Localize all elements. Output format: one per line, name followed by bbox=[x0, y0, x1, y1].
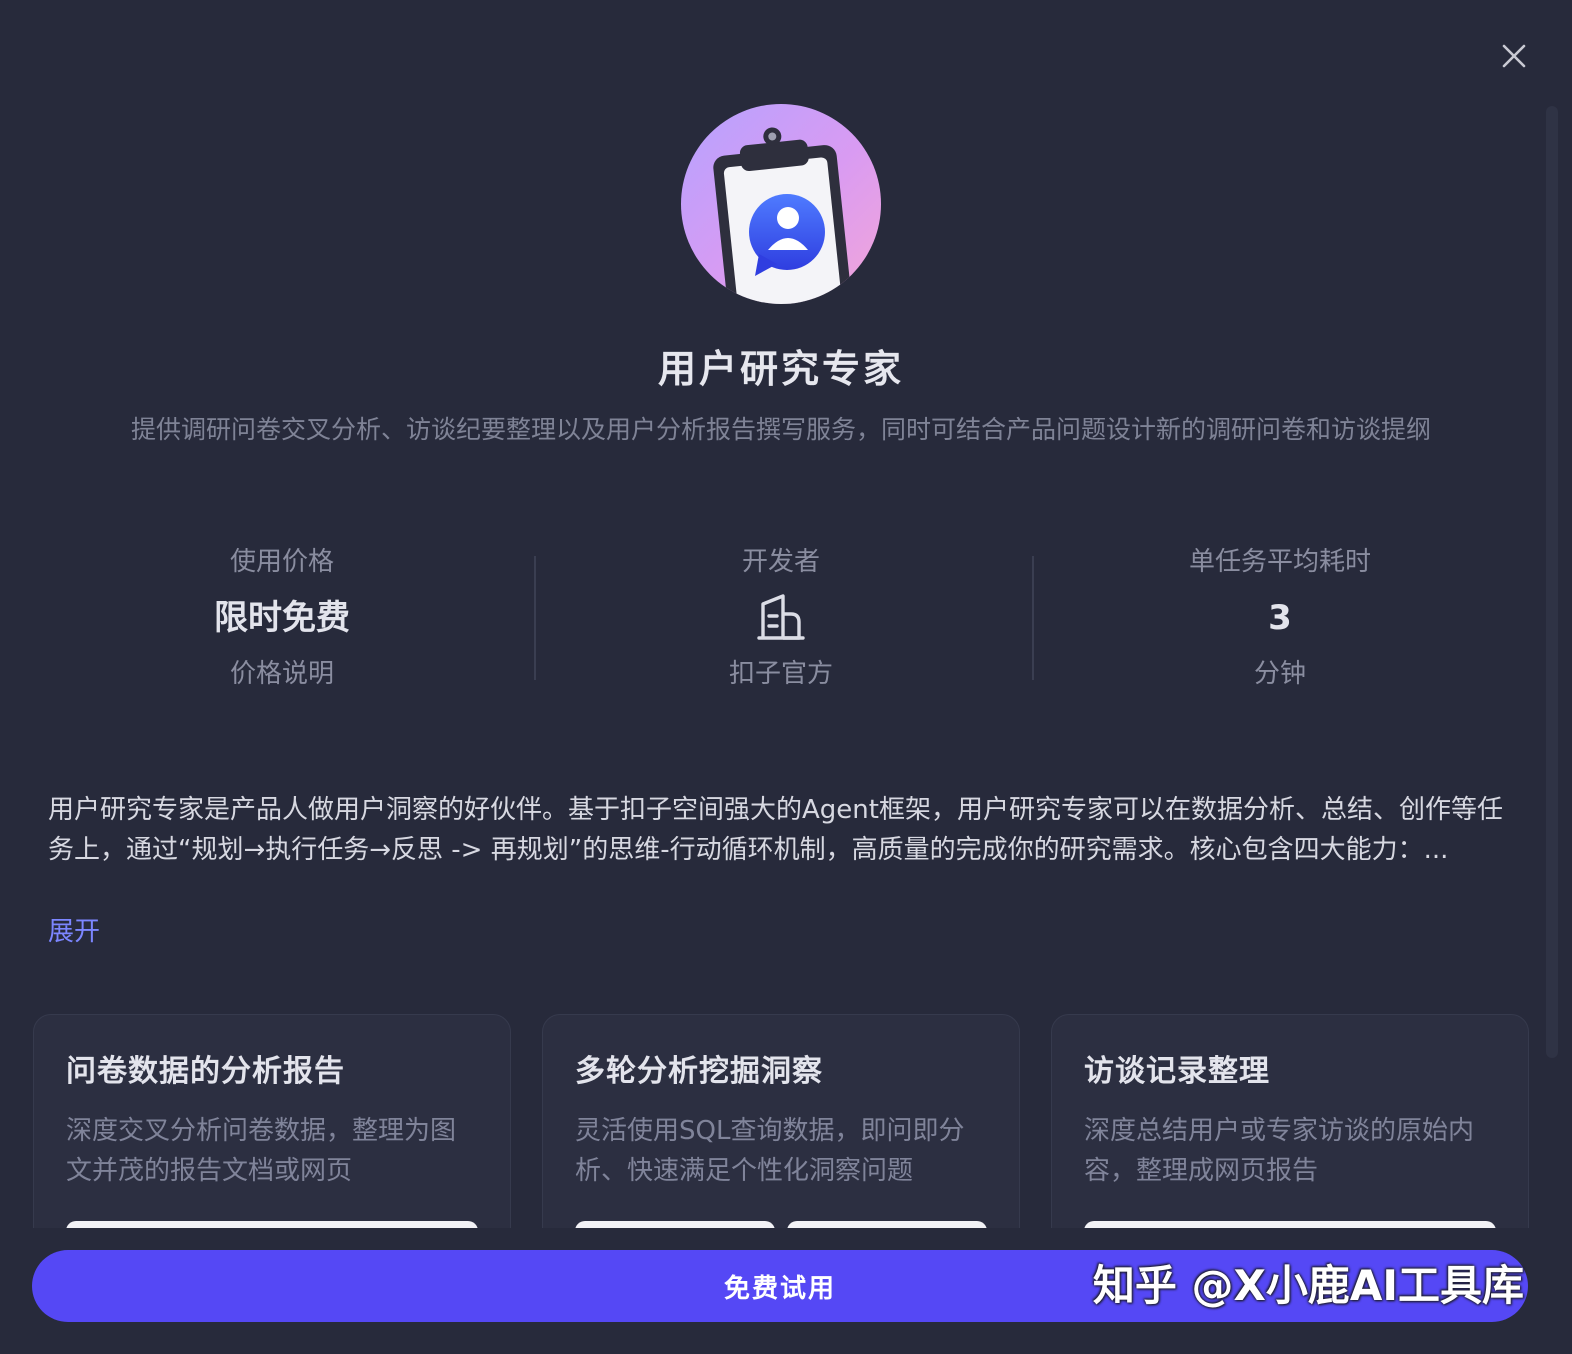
stat-duration-label: 单任务平均耗时 bbox=[1188, 547, 1371, 577]
agent-avatar bbox=[681, 104, 881, 304]
stat-developer: 开发者 扣子官方 bbox=[621, 540, 941, 696]
capability-card[interactable]: 问卷数据的分析报告 深度交叉分析问卷数据，整理为图文并茂的报告文档或网页 bbox=[33, 1014, 511, 1254]
expand-link[interactable]: 展开 bbox=[48, 912, 100, 952]
capability-title: 多轮分析挖掘洞察 bbox=[575, 1054, 823, 1089]
clipboard-user-icon bbox=[681, 104, 881, 304]
stat-price-value: 限时免费 bbox=[214, 598, 350, 638]
stat-price: 使用价格 限时免费 价格说明 bbox=[122, 540, 442, 696]
stat-developer-icon-wrap bbox=[621, 584, 941, 652]
agent-description: 提供调研问卷交叉分析、访谈纪要整理以及用户分析报告撰写服务，同时可结合产品问题设… bbox=[130, 415, 1431, 444]
capability-card[interactable]: 多轮分析挖掘洞察 灵活使用SQL查询数据，即问即分析、快速满足个性化洞察问题 bbox=[542, 1014, 1020, 1254]
stat-divider bbox=[534, 556, 536, 680]
capability-title: 问卷数据的分析报告 bbox=[66, 1054, 345, 1089]
capability-description: 深度总结用户或专家访谈的原始内容，整理成网页报告 bbox=[1084, 1116, 1475, 1186]
watermark: 知乎 @X小鹿AI工具库 bbox=[1092, 1261, 1524, 1310]
close-icon bbox=[1502, 44, 1526, 68]
close-button[interactable] bbox=[1494, 36, 1534, 76]
stat-divider bbox=[1032, 556, 1034, 680]
capability-description: 灵活使用SQL查询数据，即问即分析、快速满足个性化洞察问题 bbox=[575, 1116, 965, 1186]
stat-duration: 单任务平均耗时 3 分钟 bbox=[1120, 540, 1440, 696]
price-info-link[interactable]: 价格说明 bbox=[122, 652, 442, 696]
stat-price-label: 使用价格 bbox=[229, 547, 334, 577]
capability-title: 访谈记录整理 bbox=[1084, 1054, 1270, 1089]
agent-detail-modal: 用户研究专家 提供调研问卷交叉分析、访谈纪要整理以及用户分析报告撰写服务，同时可… bbox=[0, 0, 1572, 1354]
stat-developer-label: 开发者 bbox=[741, 547, 820, 577]
scrollbar[interactable] bbox=[1546, 106, 1558, 1058]
stat-duration-unit: 分钟 bbox=[1253, 659, 1306, 689]
capability-description: 深度交叉分析问卷数据，整理为图文并茂的报告文档或网页 bbox=[66, 1116, 457, 1186]
stat-duration-value: 3 bbox=[1268, 598, 1292, 638]
agent-title: 用户研究专家 bbox=[657, 347, 904, 391]
stat-developer-name: 扣子官方 bbox=[728, 659, 833, 689]
capability-card[interactable]: 访谈记录整理 深度总结用户或专家访谈的原始内容，整理成网页报告 bbox=[1051, 1014, 1529, 1254]
agent-intro: 用户研究专家是产品人做用户洞察的好伙伴。基于扣子空间强大的Agent框架，用户研… bbox=[48, 795, 1503, 865]
building-icon bbox=[757, 594, 805, 640]
